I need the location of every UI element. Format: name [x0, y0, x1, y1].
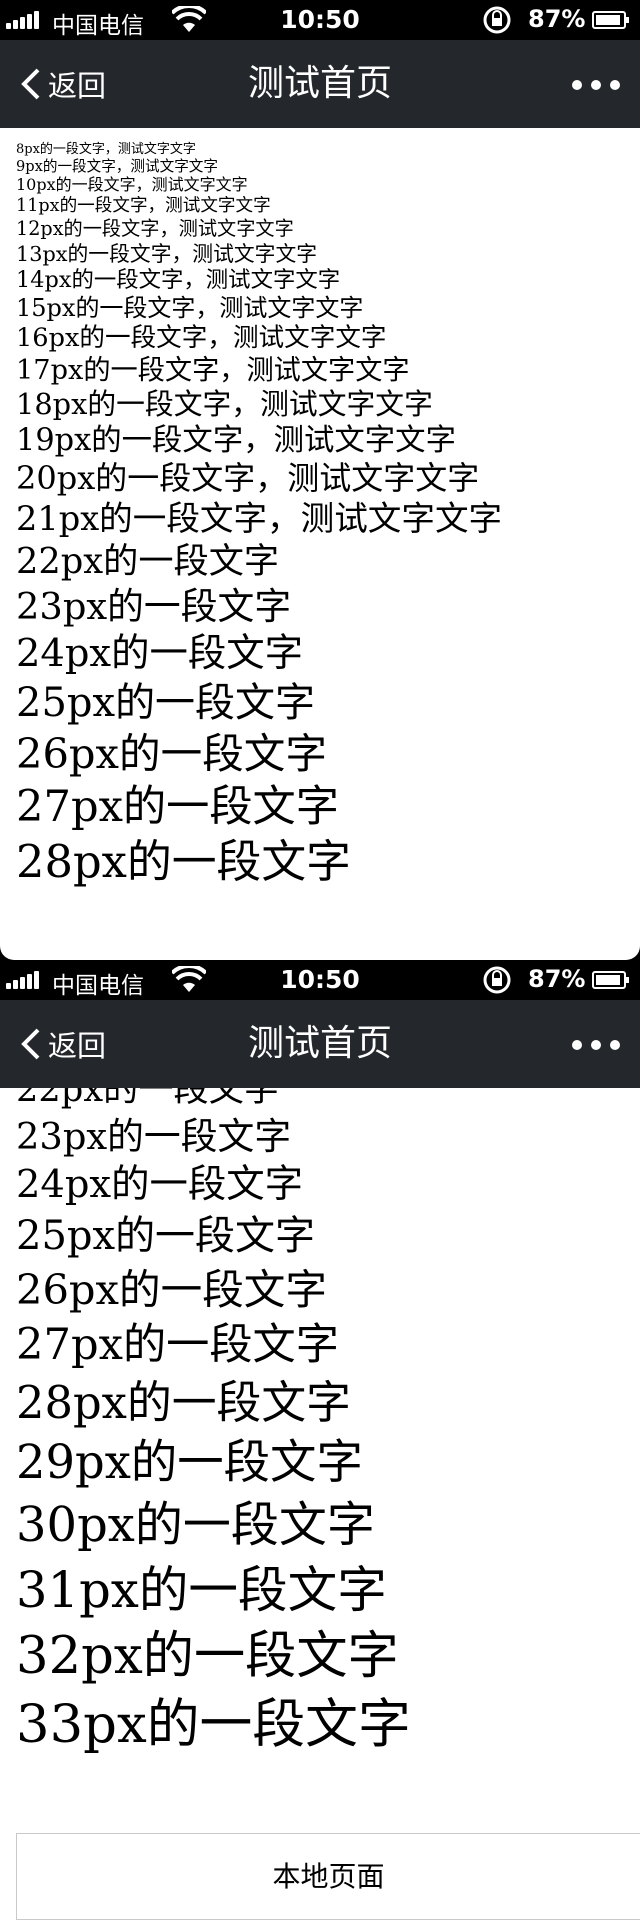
- local-page-button[interactable]: 本地页面: [16, 1833, 640, 1920]
- text-line: 33px的一段文字: [16, 1694, 411, 1755]
- status-bar: 中国电信 10:50 87%: [0, 960, 640, 1000]
- text-line: 20px的一段文字，测试文字文字: [16, 459, 480, 497]
- text-line: 12px的一段文字，测试文字文字: [16, 217, 294, 240]
- text-line: 23px的一段文字: [16, 585, 292, 628]
- battery-percent: 87%: [528, 5, 586, 33]
- text-line: 16px的一段文字，测试文字文字: [16, 323, 387, 353]
- text-line: 10px的一段文字，测试文字文字: [16, 175, 248, 194]
- text-line: 26px的一段文字: [16, 1265, 327, 1314]
- text-line: 18px的一段文字，测试文字文字: [16, 387, 433, 421]
- text-line: 28px的一段文字: [16, 1376, 351, 1429]
- battery-icon: [592, 11, 629, 29]
- text-line: 25px的一段文字: [16, 680, 316, 726]
- text-line: 23px的一段文字: [16, 1115, 292, 1158]
- text-line: 31px的一段文字: [16, 1561, 387, 1619]
- text-line: 17px的一段文字，测试文字文字: [16, 355, 410, 386]
- text-line: 21px的一段文字，测试文字文字: [16, 499, 503, 538]
- nav-bar: 返回 测试首页: [0, 40, 640, 128]
- text-list: 22px的一段文字 23px的一段文字 24px的一段文字 25px的一段文字 …: [16, 1088, 411, 1760]
- text-line: 11px的一段文字，测试文字文字: [16, 196, 271, 216]
- screenshot-top: 中国电信 10:50 87% 返回 测试首页 8px的一段文字，测试文字文字 9…: [0, 0, 640, 960]
- page-title: 测试首页: [247, 1023, 392, 1064]
- more-icon[interactable]: [566, 1024, 626, 1064]
- lock-rotation-icon: [483, 6, 511, 34]
- text-line: 13px的一段文字，测试文字文字: [16, 242, 318, 266]
- text-line: 30px的一段文字: [16, 1497, 375, 1553]
- text-line: 14px的一段文字，测试文字文字: [16, 267, 341, 293]
- text-line: 8px的一段文字，测试文字文字: [16, 142, 196, 157]
- text-line: 22px的一段文字: [16, 1088, 280, 1110]
- text-line: 24px的一段文字: [16, 1162, 304, 1207]
- battery-icon: [592, 971, 629, 989]
- text-line: 27px的一段文字: [16, 1320, 339, 1370]
- lock-rotation-icon: [483, 966, 511, 994]
- nav-bar: 返回 测试首页: [0, 1000, 640, 1088]
- text-list: 8px的一段文字，测试文字文字 9px的一段文字，测试文字文字 10px的一段文…: [16, 142, 502, 890]
- more-icon[interactable]: [566, 64, 626, 104]
- web-content: 8px的一段文字，测试文字文字 9px的一段文字，测试文字文字 10px的一段文…: [0, 128, 640, 960]
- page-title: 测试首页: [247, 63, 392, 104]
- text-line: 19px的一段文字，测试文字文字: [16, 423, 456, 458]
- text-line: 25px的一段文字: [16, 1213, 316, 1259]
- text-line: 24px的一段文字: [16, 631, 304, 676]
- battery-percent: 87%: [528, 965, 586, 993]
- text-line: 29px的一段文字: [16, 1435, 363, 1489]
- status-bar: 中国电信 10:50 87%: [0, 0, 640, 40]
- text-line: 32px的一段文字: [16, 1626, 399, 1686]
- text-line: 26px的一段文字: [16, 729, 327, 778]
- screenshot-bottom: 中国电信 10:50 87% 返回 测试首页 22px的一段文字 23px的一段…: [0, 960, 640, 1920]
- text-line: 9px的一段文字，测试文字文字: [16, 158, 218, 175]
- text-line: 15px的一段文字，测试文字文字: [16, 294, 364, 322]
- text-line: 22px的一段文字: [16, 541, 280, 582]
- web-content: 22px的一段文字 23px的一段文字 24px的一段文字 25px的一段文字 …: [0, 1088, 640, 1920]
- text-line: 28px的一段文字: [16, 835, 351, 888]
- text-line: 27px的一段文字: [16, 782, 339, 832]
